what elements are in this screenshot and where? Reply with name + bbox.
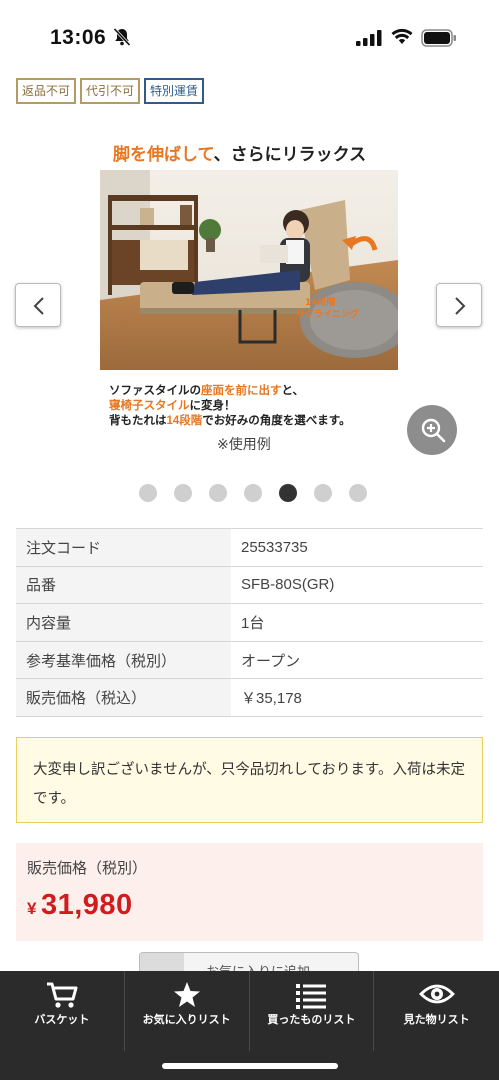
spec-value: 25533735: [231, 528, 483, 567]
tag-no-return: 返品不可: [16, 78, 77, 104]
product-image[interactable]: 脚を伸ばして、さらにリラックス 14段階 リクライニング ソファスタイルの座面を…: [97, 130, 402, 440]
pagination-dot[interactable]: [174, 484, 192, 502]
gallery-next-button[interactable]: [436, 283, 482, 327]
status-time: 13:06: [50, 26, 107, 49]
signal-icon: [356, 30, 382, 46]
spec-value: ￥35,178: [231, 678, 483, 717]
gallery-prev-button[interactable]: [15, 283, 61, 327]
cart-icon: [46, 982, 78, 1008]
spec-value: オープン: [231, 640, 483, 680]
pagination-dot[interactable]: [209, 484, 227, 502]
chevron-right-icon: [455, 297, 466, 315]
price-label: 販売価格（税別）: [27, 860, 148, 877]
spec-label: 品番: [16, 565, 231, 605]
home-indicator: [162, 1063, 338, 1069]
tag-special-shipping: 特別運賃: [144, 78, 205, 104]
price-amount: 31,980: [40, 889, 133, 921]
pagination-dot[interactable]: [349, 484, 367, 502]
chevron-left-icon: [33, 297, 44, 315]
spec-label: 注文コード: [16, 528, 231, 567]
table-row: 注文コード 25533735: [16, 528, 483, 567]
image-caption: ソファスタイルの座面を前に出すと、 寝椅子スタイルに変身！ 背もたれは14段階で…: [109, 385, 351, 427]
nav-favorites-label: お気に入りリスト: [142, 1014, 231, 1026]
wifi-icon: [391, 28, 413, 44]
price-value: ¥31,980: [27, 889, 133, 922]
zoom-button[interactable]: [407, 405, 457, 455]
zoom-in-icon: [421, 418, 446, 443]
pagination-dot[interactable]: [314, 484, 332, 502]
bell-slash-icon: [113, 27, 131, 47]
eye-icon: [418, 984, 455, 1004]
spec-label: 参考基準価格（税別）: [16, 640, 231, 680]
currency-symbol: ¥: [27, 899, 37, 918]
spec-label: 内容量: [16, 603, 231, 642]
star-icon: [173, 982, 200, 1007]
nav-viewed-label: 見た物リスト: [403, 1014, 470, 1026]
table-row: 参考基準価格（税別） オープン: [16, 640, 483, 680]
tag-no-cod: 代引不可: [80, 78, 141, 104]
pagination-dot[interactable]: [244, 484, 262, 502]
badge-text-2: リクライニング: [296, 308, 359, 320]
product-photo: 14段階 リクライニング: [100, 170, 398, 370]
battery-icon: [421, 29, 456, 47]
spec-label: 販売価格（税込）: [16, 678, 231, 717]
pagination-dot[interactable]: [139, 484, 157, 502]
table-row: 内容量 1台: [16, 603, 483, 642]
nav-purchased-label: 買ったものリスト: [267, 1014, 356, 1026]
product-tags: 返品不可 代引不可 特別運賃: [16, 78, 205, 104]
spec-table: 注文コード 25533735 品番 SFB-80S(GR) 内容量 1台 参考基…: [16, 528, 483, 717]
nav-favorites[interactable]: お気に入りリスト: [125, 971, 250, 1051]
status-bar: 13:06: [0, 0, 499, 72]
pagination-dot-active[interactable]: [279, 484, 297, 502]
image-headline: 脚を伸ばして、さらにリラックス: [113, 145, 367, 164]
out-of-stock-notice: 大変申し訳ございませんが、只今品切れしております。入荷は未定です。: [16, 737, 483, 823]
badge-text-1: 14段階: [305, 296, 336, 308]
gallery-pagination: [139, 484, 367, 502]
list-icon: [296, 984, 327, 1009]
usage-example-note: ※使用例: [217, 436, 271, 452]
nav-viewed[interactable]: 見た物リスト: [374, 971, 499, 1051]
spec-value: 1台: [231, 603, 483, 642]
table-row: 販売価格（税込） ￥35,178: [16, 678, 483, 717]
spec-value: SFB-80S(GR): [231, 565, 483, 605]
nav-basket[interactable]: バスケット: [0, 971, 125, 1051]
nav-basket-label: バスケット: [34, 1014, 90, 1026]
price-box: 販売価格（税別） ¥31,980: [16, 843, 483, 941]
image-gallery: 脚を伸ばして、さらにリラックス 14段階 リクライニング ソファスタイルの座面を…: [0, 120, 499, 520]
table-row: 品番 SFB-80S(GR): [16, 565, 483, 605]
nav-purchased[interactable]: 買ったものリスト: [250, 971, 375, 1051]
